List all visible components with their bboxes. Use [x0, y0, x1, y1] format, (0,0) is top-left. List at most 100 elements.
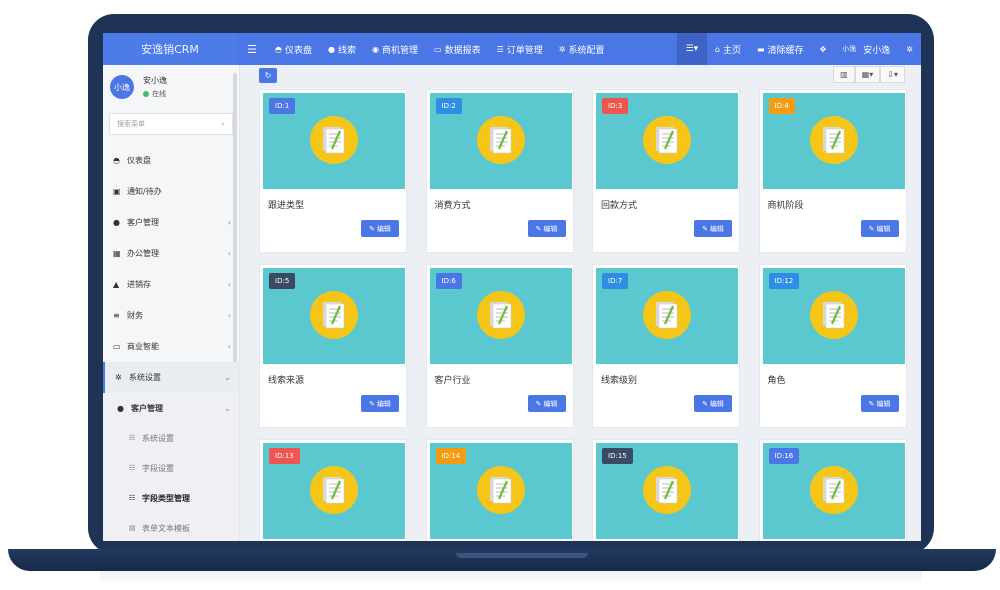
sidebar-subitem[interactable]: ☷ 字段设置 [103, 453, 239, 483]
sidebar-item-label: 财务 [127, 311, 143, 320]
top-nav-item[interactable]: ● 线索 [320, 33, 364, 65]
sidebar-item[interactable]: ≡ 财务 ‹ [103, 300, 239, 331]
clear-cache-button[interactable]: ▬ 清除缓存 [749, 33, 812, 65]
top-nav-item[interactable]: ☰ 订单管理 [489, 33, 551, 65]
person-icon: ● [328, 44, 335, 54]
chevron-left-icon: ‹ [227, 280, 231, 289]
avatar: 小逸 [110, 75, 134, 99]
gears-icon: ✲ [906, 44, 913, 54]
edit-button[interactable]: ✎ 编辑 [694, 395, 732, 412]
pencil-icon: ✎ [369, 224, 375, 233]
list-icon: ☷ [129, 464, 136, 472]
field-type-card: ID:13✎编辑 [259, 439, 407, 541]
status-label: 在线 [152, 90, 166, 98]
document-icon [642, 290, 692, 340]
top-nav-menu: ◓ 仪表盘 ● 线索 ◉ 商机管理 ▭ 数据报表 ☰ 订单管理 ✲ 系统配置 [267, 33, 612, 65]
edit-button[interactable]: ✎ 编辑 [361, 395, 399, 412]
sidebar-item-label: 仪表盘 [127, 156, 151, 165]
edit-button[interactable]: ✎ 编辑 [527, 220, 566, 237]
home-label: 主页 [722, 45, 741, 56]
app-logo[interactable]: 安逸销CRM [103, 33, 237, 65]
sidebar-subitem-label: 客户管理 [131, 403, 163, 413]
id-badge: ID:3 [602, 98, 629, 114]
laptop-shadow [100, 571, 922, 585]
sidebar: 小逸 安小逸 在线 搜索菜单 ⌕ ◓ 仪表盘 ▣ 通知/待办 ● 客户管理 ‹ ▦ 办公管理 ‹ ▲… [103, 65, 240, 541]
edit-button[interactable]: ✎ 编辑 [527, 395, 566, 412]
top-nav-item[interactable]: ◉ 商机管理 [364, 33, 426, 65]
sidebar-item[interactable]: ◓ 仪表盘 [103, 145, 239, 176]
field-type-card: ID:7 线索级别 ✎ 编辑 [592, 264, 740, 428]
menu-icon: ▣ [113, 187, 121, 196]
search-icon[interactable]: ⌕ [221, 120, 225, 129]
main-content: ↻ ▥ ▦▾ ⇩▾ ID:1 跟进类型 ✎ 编辑 ID:2 消费方式 ✎ 编辑 ID:3 回款方式… [241, 65, 921, 541]
app-screen: 安逸销CRM ☰ ◓ 仪表盘 ● 线索 ◉ 商机管理 ▭ 数据报表 ☰ 订单管理 ✲ 系统配置 ☰▾ … [103, 33, 921, 541]
top-nav-item[interactable]: ✲ 系统配置 [551, 33, 613, 65]
card-thumbnail: ID:3 [596, 93, 738, 189]
settings-button[interactable]: ✲ [898, 33, 921, 65]
card-title: 线索来源 [268, 376, 305, 386]
sidebar-subitem[interactable]: ☷ 系统设置 [103, 423, 239, 453]
sidebar-item[interactable]: ▦ 办公管理 ‹ [103, 238, 239, 269]
document-icon [809, 465, 859, 515]
top-navbar: 安逸销CRM ☰ ◓ 仪表盘 ● 线索 ◉ 商机管理 ▭ 数据报表 ☰ 订单管理 ✲ 系统配置 ☰▾ … [103, 33, 921, 65]
laptop-icon: ▭ [434, 44, 442, 54]
document-icon [309, 115, 359, 165]
chevron-down-icon: ⌄ [224, 403, 231, 413]
id-badge: ID:14 [435, 448, 467, 464]
sidebar-menu: ◓ 仪表盘 ▣ 通知/待办 ● 客户管理 ‹ ▦ 办公管理 ‹ ▲ 进销存 ‹ ≡ 财务 ‹ ▭ 商业智能 ‹ [103, 145, 239, 362]
edit-label: 编辑 [543, 224, 558, 233]
top-nav-item[interactable]: ◓ 仪表盘 [267, 33, 320, 65]
field-type-card: ID:3 回款方式 ✎ 编辑 [592, 89, 740, 253]
sidebar-item[interactable]: ▲ 进销存 ‹ [103, 269, 239, 300]
more-menu-button[interactable]: ☰▾ [676, 33, 707, 65]
document-icon [642, 115, 692, 165]
edit-button[interactable]: ✎ 编辑 [860, 395, 899, 412]
sidebar-item[interactable]: ● 客户管理 ‹ [103, 207, 239, 238]
export-button[interactable]: ⇩▾ [880, 66, 905, 83]
sidebar-subitem-label: 字段设置 [142, 463, 174, 473]
id-badge: ID:6 [435, 273, 462, 289]
sidebar-subitem[interactable]: ☷ 字段类型管理 [103, 483, 239, 513]
refresh-button[interactable]: ↻ [259, 68, 277, 83]
document-icon [309, 465, 359, 515]
sidebar-item-label: 客户管理 [127, 218, 159, 227]
sidebar-item[interactable]: ▣ 通知/待办 [103, 176, 239, 207]
grid-view-button[interactable]: ▦▾ [854, 66, 881, 83]
fullscreen-button[interactable]: ✥ [812, 33, 835, 65]
top-nav-item[interactable]: ▭ 数据报表 [426, 33, 489, 65]
user-name: 安小逸 [143, 76, 167, 85]
id-badge: ID:2 [435, 98, 462, 114]
edit-button[interactable]: ✎ 编辑 [860, 220, 899, 237]
edit-button[interactable]: ✎ 编辑 [361, 220, 399, 237]
home-link[interactable]: ⌂ 主页 [707, 33, 749, 65]
top-nav-label: 商机管理 [381, 45, 418, 56]
sidebar-item-label: 通知/待办 [127, 187, 162, 196]
top-nav-label: 订单管理 [506, 45, 543, 56]
top-nav-label: 数据报表 [444, 45, 481, 56]
search-placeholder: 搜索菜单 [117, 120, 145, 128]
id-badge: ID:16 [768, 448, 800, 464]
eye-icon: ◉ [372, 44, 379, 54]
menu-icon: ▦ [113, 249, 121, 258]
sidebar-item[interactable]: ▭ 商业智能 ‹ [103, 331, 239, 362]
id-badge: ID:15 [602, 448, 633, 464]
document-icon [642, 465, 692, 515]
chevron-left-icon: ‹ [227, 249, 231, 258]
pencil-icon: ✎ [535, 399, 542, 408]
edit-label: 编辑 [709, 399, 724, 408]
id-badge: ID:13 [269, 448, 300, 464]
edit-label: 编辑 [376, 399, 391, 408]
edit-button[interactable]: ✎ 编辑 [694, 220, 732, 237]
card-title: 消费方式 [434, 201, 471, 211]
document-icon [476, 290, 526, 340]
menu-search-input[interactable]: 搜索菜单 ⌕ [109, 113, 233, 135]
user-menu[interactable]: 小逸 安小逸 [834, 33, 898, 65]
sidebar-item-system-settings[interactable]: ✲ 系统设置 ⌄ [103, 362, 239, 393]
sidebar-toggle-icon[interactable]: ☰ [237, 43, 267, 56]
sidebar-subitem-customer-management[interactable]: ● 客户管理 ⌄ [103, 393, 239, 423]
id-badge: ID:4 [768, 98, 795, 114]
list-icon: ☰ [496, 44, 504, 54]
laptop-notch [456, 553, 588, 558]
columns-view-button[interactable]: ▥ [833, 66, 855, 83]
sidebar-subitem[interactable]: ▤ 表单文本模板 [103, 513, 239, 541]
